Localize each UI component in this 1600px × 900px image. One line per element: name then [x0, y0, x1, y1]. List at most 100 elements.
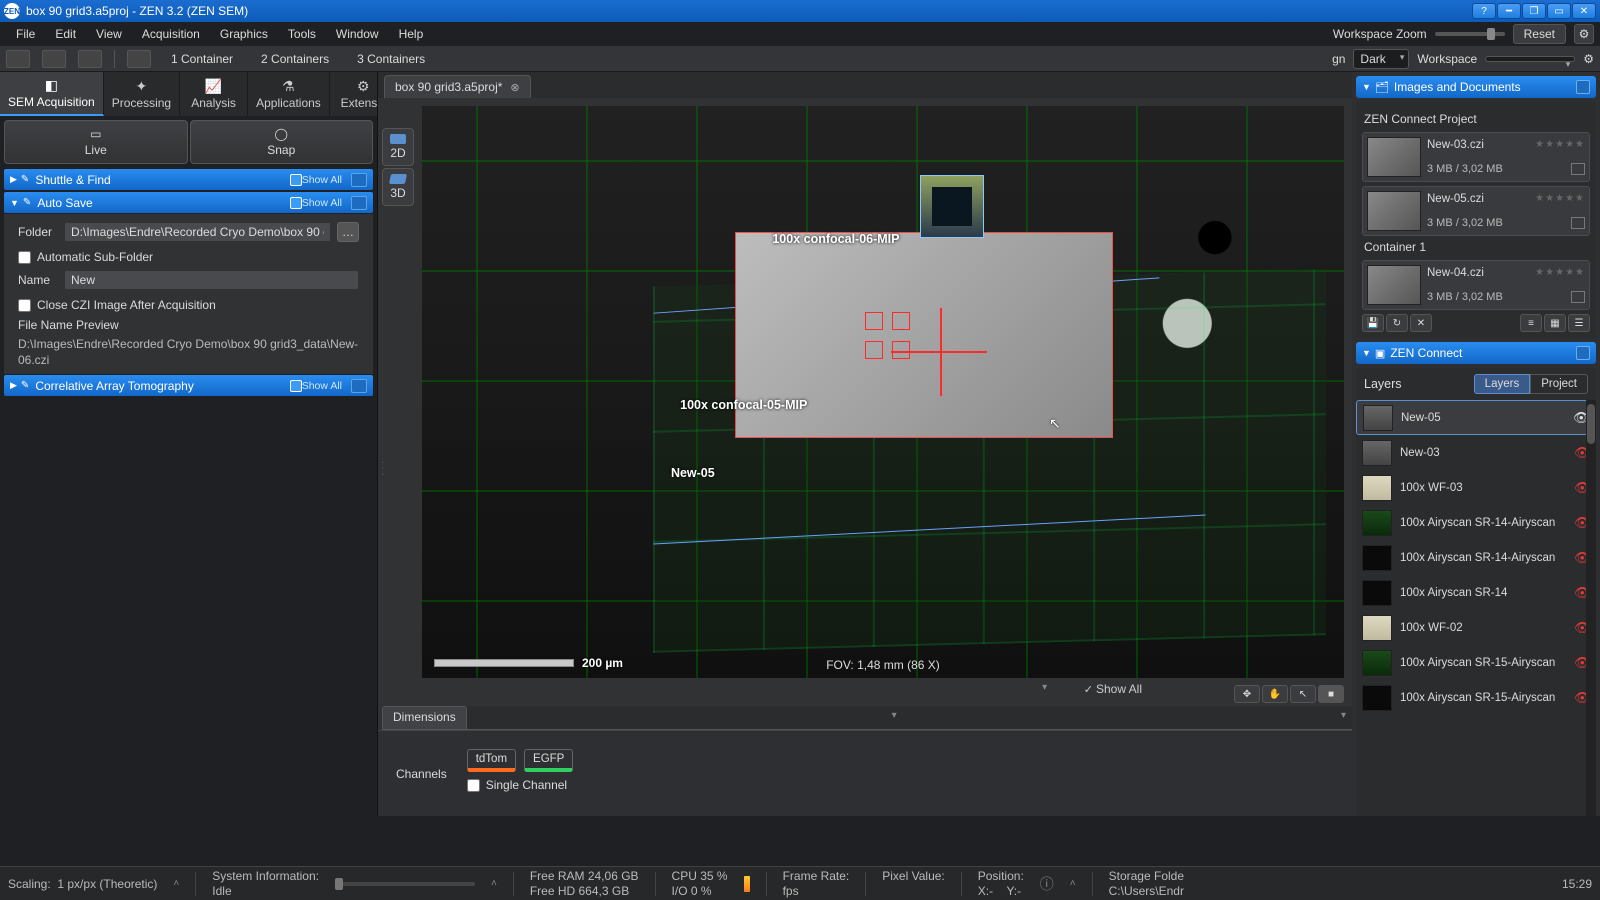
project-tab-button[interactable]: Project — [1530, 374, 1588, 394]
show-all-toggle[interactable]: Show All — [302, 380, 342, 392]
workspace-dropdown[interactable] — [1485, 56, 1575, 62]
channel-egfp[interactable]: EGFP — [524, 749, 573, 772]
pointer-tool-icon[interactable]: ↖ — [1290, 685, 1316, 703]
detail-view-icon[interactable]: ☰ — [1568, 314, 1590, 332]
help-icon[interactable]: ? — [1472, 3, 1496, 19]
panel-resize-grip[interactable]: ··· — [381, 460, 384, 478]
single-channel-checkbox[interactable] — [467, 779, 480, 792]
brightness-slider[interactable] — [335, 882, 475, 886]
browse-button[interactable]: … — [337, 222, 359, 242]
show-all-toggle[interactable]: Show All — [302, 174, 342, 186]
layer-item[interactable]: 100x Airyscan SR-14 👁 — [1356, 575, 1596, 610]
zen-connect-header[interactable]: ▼ ▣ ZEN Connect — [1356, 342, 1596, 364]
document-item[interactable]: New-04.czi★★★★★ 3 MB / 3,02 MB — [1362, 260, 1590, 310]
expand-icon[interactable]: ˄ — [491, 878, 497, 889]
container-3[interactable]: 3 Containers — [349, 49, 433, 69]
layer-item[interactable]: 100x Airyscan SR-15-Airyscan 👁 — [1356, 680, 1596, 715]
expand-panel-icon[interactable] — [1576, 346, 1590, 360]
restore-icon[interactable]: ❐ — [1522, 3, 1546, 19]
menu-file[interactable]: File — [6, 24, 45, 44]
rating-stars[interactable]: ★★★★★ — [1535, 267, 1585, 279]
dropdown-arrow-icon[interactable]: ▾ — [892, 710, 897, 721]
tab-applications[interactable]: ⚗Applications — [248, 72, 330, 116]
checkbox-icon[interactable] — [290, 174, 302, 186]
layer-item[interactable]: 100x WF-03 👁 — [1356, 470, 1596, 505]
container-1[interactable]: 1 Container — [163, 49, 241, 69]
region-tool-icon[interactable]: ■ — [1318, 685, 1344, 703]
collapse-icon[interactable]: ▾ — [1042, 682, 1047, 693]
grid-view-icon[interactable]: ▦ — [1544, 314, 1566, 332]
show-all-toggle[interactable]: Show All — [302, 197, 342, 209]
auto-subfolder-checkbox[interactable] — [18, 251, 31, 264]
scrollbar[interactable] — [1586, 400, 1596, 816]
document-tab[interactable]: box 90 grid3.a5proj* ⊗ — [384, 75, 531, 98]
layers-tab-button[interactable]: Layers — [1474, 374, 1531, 394]
document-item[interactable]: New-03.czi★★★★★ 3 MB / 3,02 MB — [1362, 132, 1590, 182]
workspace-zoom-slider[interactable] — [1435, 32, 1505, 36]
select-box[interactable] — [1571, 217, 1585, 229]
channel-tdtom[interactable]: tdTom — [467, 749, 516, 772]
snap-button[interactable]: ◯Snap — [190, 120, 374, 164]
settings-icon[interactable]: ⚙ — [1574, 24, 1594, 44]
menu-graphics[interactable]: Graphics — [210, 24, 278, 44]
expand-panel-icon[interactable] — [351, 379, 367, 393]
menu-tools[interactable]: Tools — [278, 24, 326, 44]
tile-icon[interactable] — [127, 50, 151, 68]
checkbox-icon[interactable] — [290, 197, 302, 209]
accordion-correlative-array[interactable]: ▶ ✎ Correlative Array Tomography Show Al… — [4, 375, 373, 396]
document-item[interactable]: New-05.czi★★★★★ 3 MB / 3,02 MB — [1362, 186, 1590, 236]
close-icon[interactable]: ✕ — [1572, 3, 1596, 19]
rating-stars[interactable]: ★★★★★ — [1535, 193, 1585, 205]
select-box[interactable] — [1571, 291, 1585, 303]
live-button[interactable]: ▭Live — [4, 120, 188, 164]
pan-tool-icon[interactable]: ✥ — [1234, 685, 1260, 703]
save-icon[interactable] — [42, 50, 66, 68]
menu-view[interactable]: View — [86, 24, 132, 44]
tab-processing[interactable]: ✦Processing — [104, 72, 180, 116]
container-2[interactable]: 2 Containers — [253, 49, 337, 69]
layer-item[interactable]: 100x Airyscan SR-15-Airyscan 👁 — [1356, 645, 1596, 680]
menu-edit[interactable]: Edit — [45, 24, 86, 44]
dimensions-tab[interactable]: Dimensions — [382, 706, 467, 730]
expand-panel-icon[interactable] — [1576, 80, 1590, 94]
maximize-icon[interactable]: ▭ — [1547, 3, 1571, 19]
minimize-icon[interactable]: ━ — [1497, 3, 1521, 19]
images-documents-header[interactable]: ▼ 🗂 Images and Documents — [1356, 76, 1596, 98]
delete-icon[interactable]: ✕ — [1410, 314, 1432, 332]
menu-window[interactable]: Window — [326, 24, 389, 44]
image-canvas[interactable]: 100x confocal-06-MIP 100x confocal-05-MI… — [422, 106, 1344, 678]
folder-field[interactable] — [64, 222, 331, 242]
close-czi-checkbox[interactable] — [18, 299, 31, 312]
expand-icon[interactable]: ˄ — [173, 878, 179, 889]
layer-item[interactable]: 100x Airyscan SR-14-Airyscan 👁 — [1356, 540, 1596, 575]
open-icon[interactable] — [6, 50, 30, 68]
tab-analysis[interactable]: 📈Analysis — [180, 72, 248, 116]
rating-stars[interactable]: ★★★★★ — [1535, 139, 1585, 151]
expand-panel-icon[interactable] — [351, 196, 367, 210]
reset-button[interactable]: Reset — [1513, 24, 1566, 44]
menu-help[interactable]: Help — [389, 24, 434, 44]
accordion-auto-save[interactable]: ▼ ✎ Auto Save Show All — [4, 192, 373, 213]
accordion-shuttle-find[interactable]: ▶ ✎ Shuttle & Find Show All — [4, 169, 373, 190]
layer-item[interactable]: New-03 👁 — [1356, 435, 1596, 470]
hand-tool-icon[interactable]: ✋ — [1262, 685, 1288, 703]
expand-panel-icon[interactable] — [351, 173, 367, 187]
select-box[interactable] — [1571, 163, 1585, 175]
theme-dropdown[interactable]: Dark — [1353, 49, 1409, 69]
name-field[interactable] — [64, 270, 359, 290]
workspace-settings-icon[interactable]: ⚙ — [1583, 52, 1594, 66]
save-doc-icon[interactable]: 💾 — [1362, 314, 1384, 332]
layer-item[interactable]: 100x WF-02 👁 — [1356, 610, 1596, 645]
layer-item[interactable]: New-05 👁 — [1356, 400, 1596, 435]
refresh-icon[interactable]: ↻ — [1386, 314, 1408, 332]
layout-icon[interactable] — [78, 50, 102, 68]
show-all-toggle[interactable]: ✓ Show All — [1084, 682, 1142, 696]
close-tab-icon[interactable]: ⊗ — [510, 81, 519, 94]
tab-sem-acquisition[interactable]: ◧SEM Acquisition — [0, 72, 104, 116]
info-icon[interactable]: ⓘ — [1040, 874, 1054, 894]
list-view-icon[interactable]: ≡ — [1520, 314, 1542, 332]
layer-item[interactable]: 100x Airyscan SR-14-Airyscan 👁 — [1356, 505, 1596, 540]
checkbox-icon[interactable] — [290, 380, 302, 392]
menu-acquisition[interactable]: Acquisition — [132, 24, 210, 44]
dropdown-arrow-icon[interactable]: ▾ — [1341, 710, 1346, 721]
